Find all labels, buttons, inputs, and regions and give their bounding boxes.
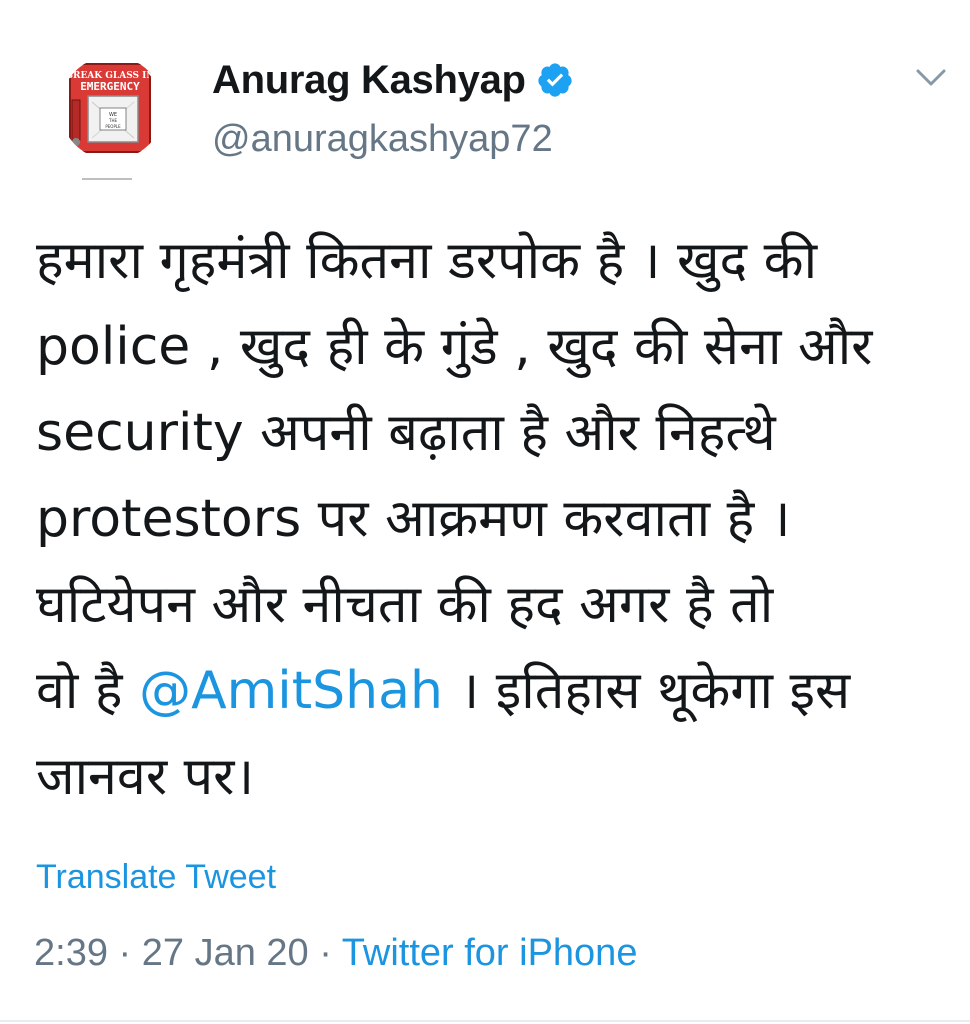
tweet-line: घटियेपन और नीचता की हद अगर है तो [36, 575, 774, 635]
meta-separator: · [107, 932, 142, 974]
tweet-source-link[interactable]: Twitter for iPhone [342, 932, 638, 974]
tweet-line: police , खुद ही के गुंडे , खुद की सेना औ… [36, 317, 873, 377]
translate-tweet-link[interactable]: Translate Tweet [36, 858, 276, 897]
svg-text:EMERGENCY: EMERGENCY [80, 80, 140, 93]
divider [0, 1020, 970, 1022]
tweet-line-text: वो है [36, 661, 140, 721]
tweet-date[interactable]: 27 Jan 20 [142, 932, 309, 974]
display-name[interactable]: Anurag Kashyap [212, 58, 526, 103]
tweet-line: protestors पर आक्रमण करवाता है । [36, 489, 791, 549]
tweet-text: हमारा गृहमंत्री कितना डरपोक है । खुद की … [36, 218, 936, 820]
tweet-line-text: । इतिहास थूकेगा इस [442, 661, 851, 721]
tweet-time[interactable]: 2:39 [34, 932, 108, 974]
user-handle[interactable]: @anuragkashyap72 [212, 118, 553, 161]
avatar-divider [82, 178, 132, 180]
avatar[interactable]: WE THE PEOPLE BREAK GLASS IN EMERGENCY [60, 56, 164, 160]
mention-link[interactable]: @AmitShah [139, 661, 443, 721]
tweet-line: जानवर पर। [36, 747, 255, 807]
avatar-image: WE THE PEOPLE BREAK GLASS IN EMERGENCY [60, 56, 164, 160]
meta-separator: · [308, 932, 342, 974]
tweet-line: security अपनी बढ़ाता है और निहत्थे [36, 403, 776, 463]
tweet-card: WE THE PEOPLE BREAK GLASS IN EMERGENCY A… [0, 0, 970, 1024]
verified-badge-icon [536, 61, 574, 99]
tweet-line: हमारा गृहमंत्री कितना डरपोक है । खुद की [36, 231, 818, 291]
chevron-down-icon[interactable] [914, 62, 948, 92]
user-header[interactable]: Anurag Kashyap [212, 52, 574, 108]
svg-text:PEOPLE: PEOPLE [105, 124, 121, 129]
tweet-line: वो है @AmitShah । इतिहास थूकेगा इस [36, 648, 936, 734]
svg-text:THE: THE [108, 118, 117, 123]
tweet-meta: 2:39 · 27 Jan 20 · Twitter for iPhone [34, 932, 637, 975]
